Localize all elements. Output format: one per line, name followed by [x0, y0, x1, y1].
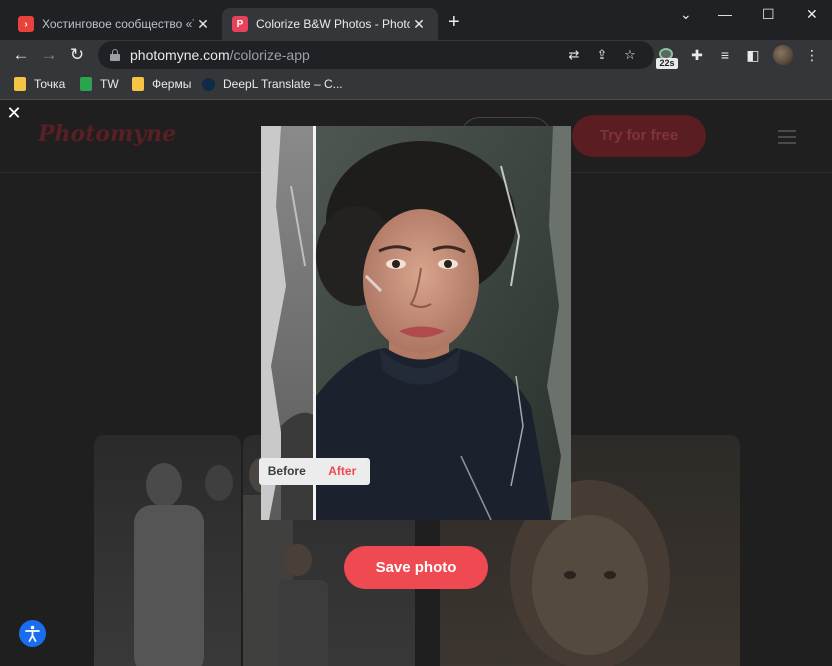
side-panel-icon[interactable]: ◧: [744, 46, 762, 64]
extensions-puzzle-icon[interactable]: ✚: [688, 46, 706, 64]
accessibility-icon[interactable]: [19, 620, 46, 647]
bookmark-item[interactable]: DeepL Translate – C...: [202, 77, 343, 91]
browser-toolbar: ← → ↻ photomyne.com/colorize-app ⇄ ⇪ ☆ 2…: [0, 40, 832, 70]
example-photo-card[interactable]: [94, 435, 241, 666]
after-toggle-option[interactable]: After: [315, 458, 371, 485]
before-toggle-option[interactable]: Before: [259, 458, 315, 485]
url-path: /colorize-app: [229, 47, 310, 63]
hamburger-menu-icon[interactable]: [778, 130, 796, 144]
tab-title: Хостинговое сообщество «Time: [42, 17, 194, 31]
photomyne-logo[interactable]: Photomyne: [38, 121, 176, 147]
bookmarks-bar: Точка TW Фермы DeepL Translate – C...: [0, 70, 832, 100]
forward-button[interactable]: →: [38, 44, 60, 66]
profile-avatar[interactable]: [773, 45, 793, 65]
bookmark-label: Точка: [34, 77, 66, 91]
bookmark-label: TW: [100, 77, 119, 91]
folder-icon: [14, 77, 26, 91]
sheet-icon: [80, 77, 92, 91]
lock-icon: [110, 49, 120, 61]
back-button[interactable]: ←: [10, 44, 32, 66]
minimize-button[interactable]: —: [718, 6, 732, 22]
modal-close-button[interactable]: ✕: [5, 104, 23, 122]
tab-search-chevron-icon[interactable]: ⌄: [680, 6, 692, 23]
tab-strip: › Хостинговое сообщество «Time ✕ P Color…: [0, 0, 832, 40]
bookmark-label: DeepL Translate – C...: [223, 77, 343, 91]
url-host: photomyne.com: [130, 47, 230, 63]
reload-button[interactable]: ↻: [66, 44, 88, 66]
photomyne-favicon-icon: P: [232, 16, 248, 32]
family-photo-image: [134, 463, 233, 666]
deepl-icon: [202, 77, 215, 91]
tab-colorize[interactable]: P Colorize B&W Photos - Photomy ✕: [222, 8, 438, 40]
tab-title: Colorize B&W Photos - Photomy: [256, 17, 410, 31]
tab-close-icon[interactable]: ✕: [194, 16, 212, 33]
bookmark-star-icon[interactable]: ☆: [622, 47, 638, 63]
try-for-free-button[interactable]: Try for free: [572, 115, 706, 157]
translate-icon[interactable]: ⇄: [566, 47, 582, 63]
extension-badge-text: 22s: [656, 58, 678, 69]
address-bar[interactable]: photomyne.com/colorize-app ⇄ ⇪ ☆: [98, 41, 654, 69]
save-photo-button[interactable]: Save photo: [344, 546, 488, 589]
folder-icon: [132, 77, 144, 91]
hosting-favicon-icon: ›: [18, 16, 34, 32]
bookmark-item[interactable]: TW: [80, 77, 119, 91]
media-queue-icon[interactable]: ≡: [716, 46, 734, 64]
extension-timer-icon[interactable]: 22s: [656, 48, 678, 69]
maximize-button[interactable]: ☐: [762, 6, 775, 23]
bookmark-item[interactable]: Точка: [14, 77, 65, 91]
bookmark-item[interactable]: Фермы: [132, 77, 191, 91]
share-icon[interactable]: ⇪: [594, 47, 610, 63]
close-window-button[interactable]: ✕: [806, 6, 818, 23]
tab-hosting-community[interactable]: › Хостинговое сообщество «Time ✕: [8, 8, 222, 40]
new-tab-button[interactable]: +: [448, 12, 460, 32]
bookmark-label: Фермы: [152, 77, 192, 91]
tab-close-icon[interactable]: ✕: [410, 16, 428, 33]
before-after-toggle: Before After: [259, 458, 370, 485]
kebab-menu-icon[interactable]: ⋮: [803, 46, 821, 64]
